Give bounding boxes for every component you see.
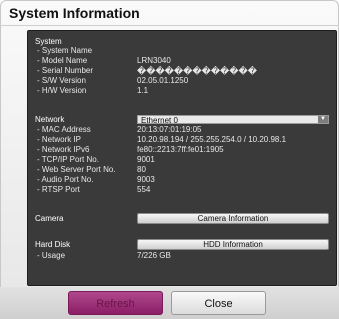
network-interface-selected: Ethernet 0	[141, 116, 178, 125]
usage-value: 7/226 GB	[137, 251, 171, 260]
mac-address-label: - MAC Address	[37, 125, 91, 134]
rtsp-port-value: 554	[137, 185, 151, 194]
close-button[interactable]: Close	[171, 291, 266, 315]
refresh-button[interactable]: Refresh	[68, 291, 163, 315]
camera-information-button[interactable]: Camera Information	[137, 213, 329, 224]
serial-number-label: - Serial Number	[37, 66, 94, 75]
hdd-information-button[interactable]: HDD Information	[137, 239, 329, 250]
audio-port-label: - Audio Port No.	[37, 175, 94, 184]
audio-port-value: 9003	[137, 175, 155, 184]
rtsp-port-label: - RTSP Port	[37, 185, 80, 194]
network-interface-select[interactable]: Ethernet 0 ▼	[137, 115, 329, 125]
network-ip-label: - Network IP	[37, 135, 82, 144]
serial-number-value: �������������	[137, 66, 257, 76]
info-panel: System - System Name - Model Name LRN304…	[27, 30, 337, 286]
tcp-port-label: - TCP/IP Port No.	[37, 155, 99, 164]
dialog-title: System Information	[9, 5, 140, 21]
chevron-down-icon[interactable]: ▼	[318, 116, 328, 123]
model-name-value: LRN3040	[137, 56, 171, 65]
web-port-label: - Web Server Port No.	[37, 165, 116, 174]
network-ipv6-value: fe80::2213:7ff:fe01:1905	[137, 145, 224, 154]
system-information-dialog: System Information System - System Name …	[0, 0, 339, 319]
network-ip-value: 10.20.98.194 / 255.255.254.0 / 10.20.98.…	[137, 135, 287, 144]
system-name-label: - System Name	[37, 46, 93, 55]
camera-heading: Camera	[35, 214, 64, 223]
hw-version-value: 1.1	[137, 86, 149, 95]
sw-version-label: - S/W Version	[37, 76, 86, 85]
hw-version-label: - H/W Version	[37, 86, 87, 95]
title-divider	[0, 25, 339, 26]
tcp-port-value: 9001	[137, 155, 155, 164]
hard-disk-heading: Hard Disk	[35, 240, 71, 249]
network-ipv6-label: - Network IPv6	[37, 145, 90, 154]
model-name-label: - Model Name	[37, 56, 88, 65]
network-heading: Network	[35, 115, 65, 124]
mac-address-value: 20:13:07:01:19:05	[137, 125, 202, 134]
button-bar	[0, 287, 339, 319]
sw-version-value: 02.05.01.1250	[137, 76, 189, 85]
usage-label: - Usage	[37, 251, 66, 260]
web-port-value: 80	[137, 165, 146, 174]
